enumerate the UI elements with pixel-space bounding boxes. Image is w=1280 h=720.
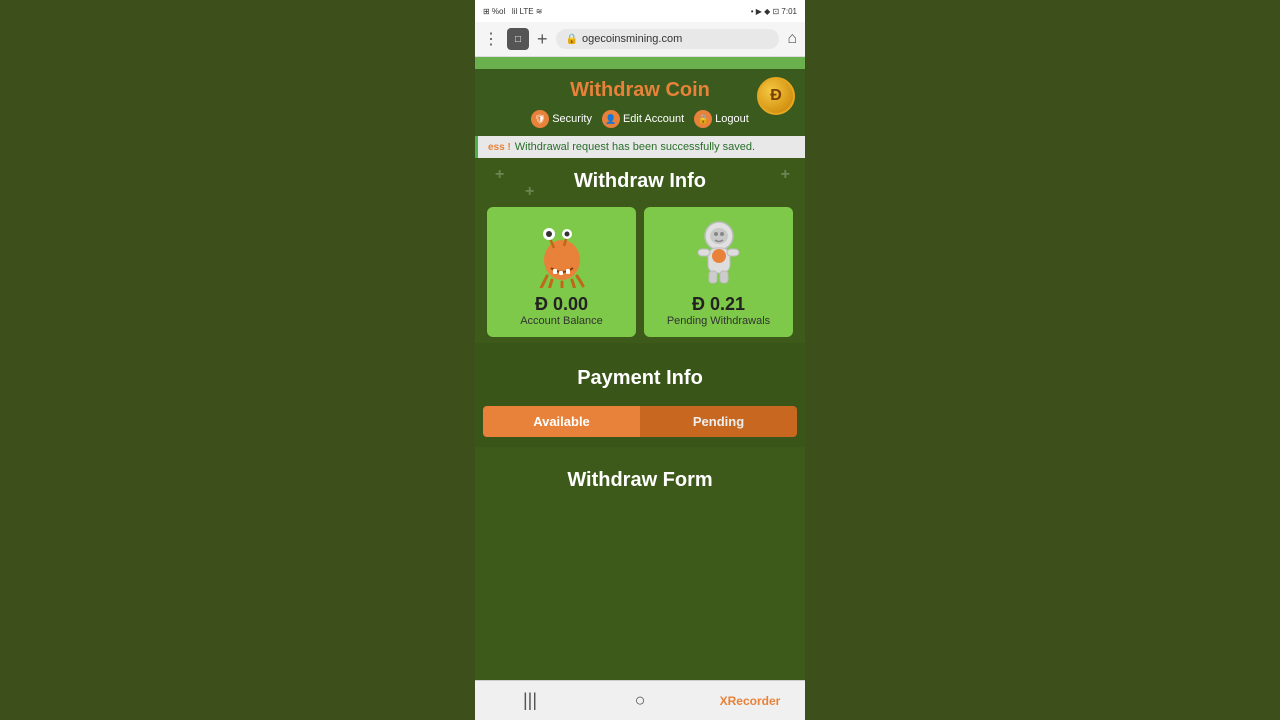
tab-symbol: □ [515, 34, 521, 45]
payment-section: Payment Info Available Pending [475, 343, 805, 447]
account-balance-amount: Ð 0.00 [535, 294, 588, 315]
astronaut-illustration [686, 215, 751, 290]
status-left: ⊞ %ol lil LTE ≋ [483, 7, 543, 16]
monster-illustration [529, 215, 594, 290]
pending-withdrawals-label: Pending Withdrawals [667, 315, 770, 327]
xrecorder-label: XRecorder [720, 694, 781, 708]
logout-nav-item[interactable]: 🔒 Logout [694, 110, 749, 128]
home-circle-icon: ○ [635, 690, 646, 711]
security-label: Security [552, 113, 592, 125]
url-text: ogecoinsmining.com [582, 33, 682, 45]
shield-icon: 🛡 [531, 110, 549, 128]
account-balance-card: Ð 0.00 Account Balance [487, 207, 636, 337]
success-banner: ess ! Withdrawal request has been succes… [475, 136, 805, 158]
account-balance-label: Account Balance [520, 315, 603, 327]
browser-home-icon[interactable]: ⌂ [787, 30, 797, 48]
status-icons-right: • ▶ ◆ ⊡ 7:01 [751, 7, 797, 16]
header: Withdraw Coin 🛡 Security 👤 Edit Account … [475, 69, 805, 136]
browser-bar: ⋮ □ + 🔒 ogecoinsmining.com ⌂ [475, 22, 805, 57]
person-icon: 👤 [602, 110, 620, 128]
bottom-nav-home[interactable]: ○ [585, 690, 695, 711]
withdraw-form-title: Withdraw Form [475, 457, 805, 502]
banner-prefix: ess ! [488, 142, 511, 153]
bottom-nav-recorder[interactable]: XRecorder [695, 694, 805, 708]
header-nav: 🛡 Security 👤 Edit Account 🔒 Logout [487, 110, 793, 128]
pending-tab[interactable]: Pending [640, 406, 797, 437]
deco-plus-2: + [781, 166, 790, 184]
available-tab[interactable]: Available [483, 406, 640, 437]
status-right: • ▶ ◆ ⊡ 7:01 [751, 7, 797, 16]
header-title: Withdraw Coin [487, 79, 793, 102]
bottom-nav-menu[interactable]: ||| [475, 690, 585, 711]
pending-withdrawals-card: Ð 0.21 Pending Withdrawals [644, 207, 793, 337]
status-icons-left: ⊞ %ol lil LTE ≋ [483, 7, 543, 16]
withdraw-form-section: Withdraw Form [475, 447, 805, 508]
edit-account-nav-item[interactable]: 👤 Edit Account [602, 110, 684, 128]
logout-label: Logout [715, 113, 749, 125]
top-green-bar [475, 57, 805, 69]
payment-info-title: Payment Info [475, 355, 805, 400]
browser-menu-icon[interactable]: ⋮ [483, 29, 499, 49]
bottom-nav: ||| ○ XRecorder [475, 680, 805, 720]
status-bar: ⊞ %ol lil LTE ≋ • ▶ ◆ ⊡ 7:01 [475, 0, 805, 22]
left-panel [0, 0, 475, 720]
security-nav-item[interactable]: 🛡 Security [531, 110, 592, 128]
banner-message: Withdrawal request has been successfully… [515, 141, 755, 153]
deco-plus-3: + [525, 183, 534, 201]
browser-new-tab-icon[interactable]: + [537, 29, 548, 50]
browser-url-bar[interactable]: 🔒 ogecoinsmining.com [556, 29, 780, 49]
menu-lines-icon: ||| [523, 690, 537, 711]
url-globe-icon: 🔒 [566, 34, 578, 45]
phone-container: ⊞ %ol lil LTE ≋ • ▶ ◆ ⊡ 7:01 ⋮ □ + 🔒 oge… [475, 0, 805, 720]
right-panel [805, 0, 1280, 720]
browser-tab-icon[interactable]: □ [507, 28, 529, 50]
logout-icon: 🔒 [694, 110, 712, 128]
cards-row: Ð 0.00 Account Balance [483, 203, 797, 341]
main-content: + + + Withdraw Info [475, 158, 805, 680]
deco-plus-1: + [495, 166, 504, 184]
payment-tabs: Available Pending [483, 406, 797, 437]
coin-logo: Ð [757, 77, 795, 115]
pending-withdrawals-amount: Ð 0.21 [692, 294, 745, 315]
coin-symbol: Ð [770, 87, 782, 105]
edit-account-label: Edit Account [623, 113, 684, 125]
